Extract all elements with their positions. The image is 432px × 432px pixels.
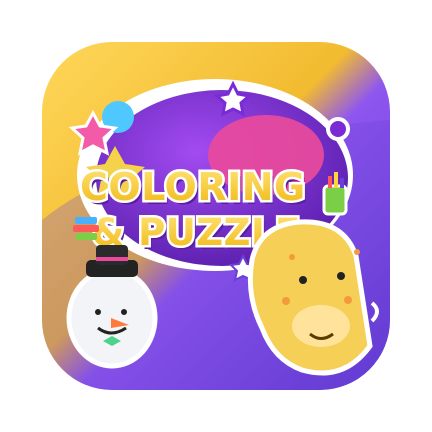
app-badge-icon[interactable]: COLORING COLORING & PUZZLE & PUZZLE <box>0 0 432 432</box>
app-icon-canvas: COLORING COLORING & PUZZLE & PUZZLE <box>0 0 432 432</box>
book-stack-icon <box>73 217 99 240</box>
title-line-1: COLORING <box>80 165 306 209</box>
